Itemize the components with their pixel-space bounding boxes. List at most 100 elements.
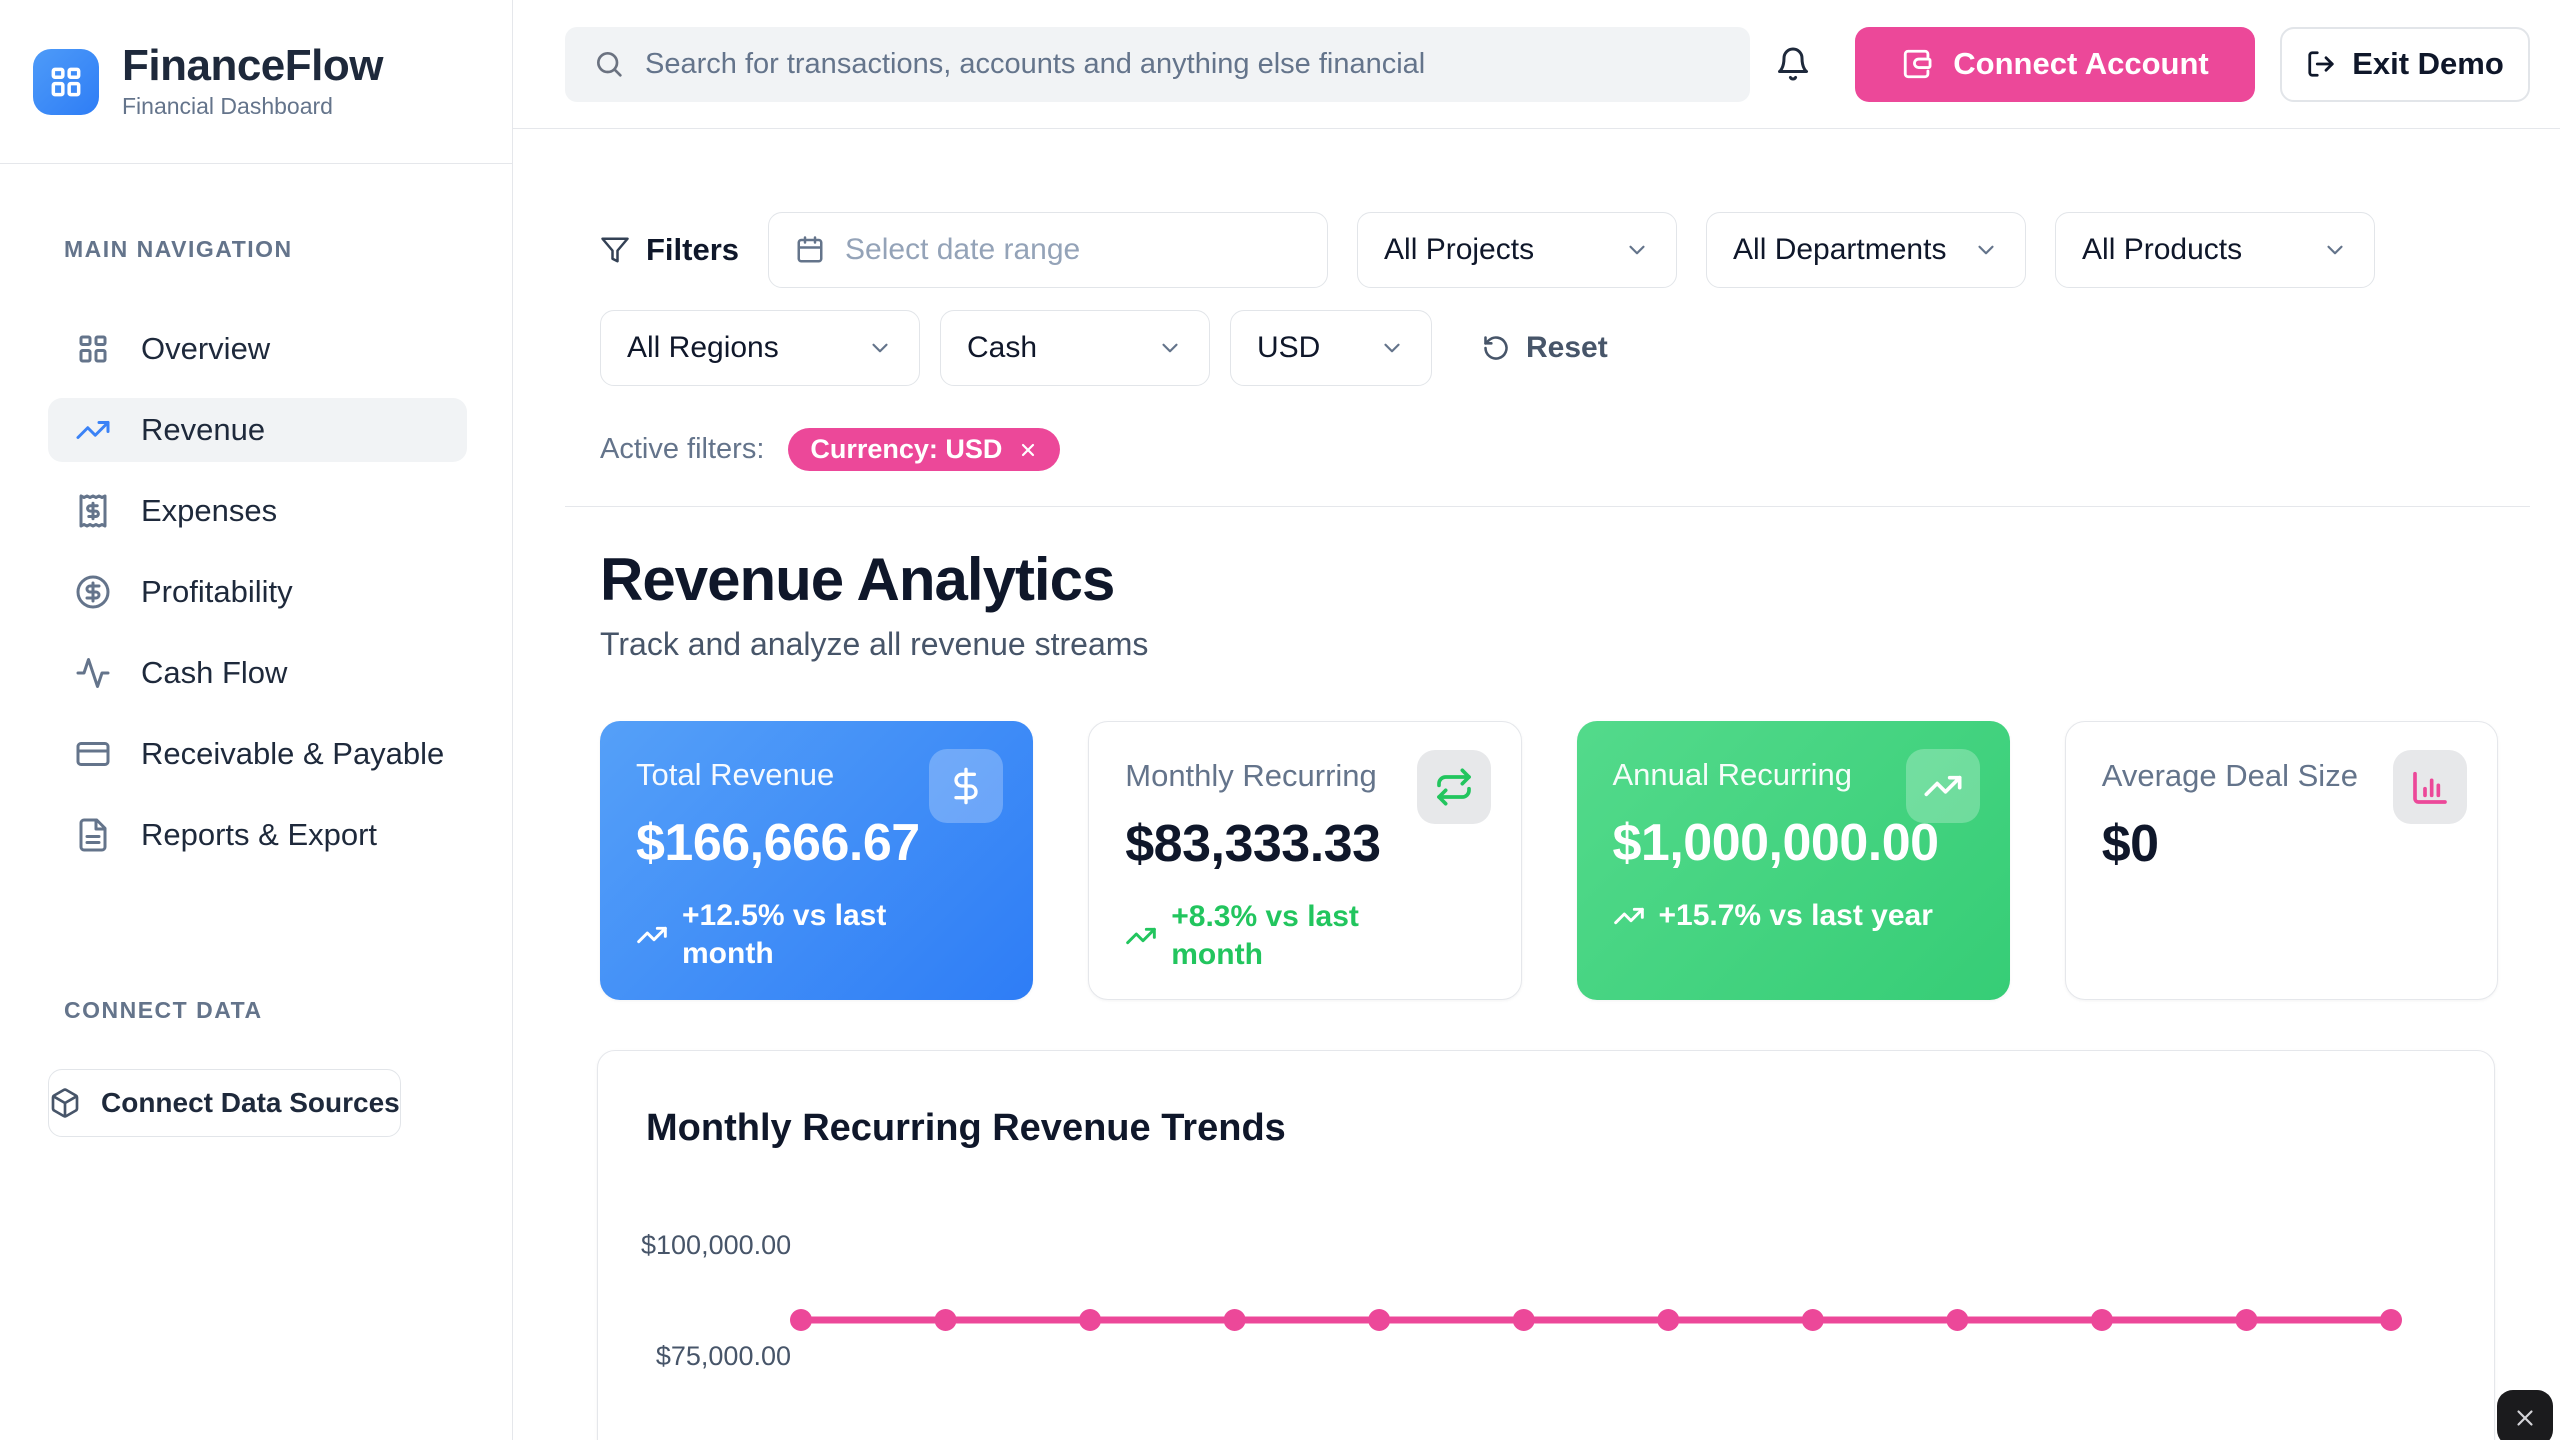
close-icon [2512, 1405, 2538, 1431]
wallet-icon [1901, 47, 1935, 81]
sidebar-item-label: Expenses [141, 493, 277, 529]
active-filters-row: Active filters: Currency: USD [600, 428, 2560, 471]
currency-dropdown[interactable]: USD [1230, 310, 1432, 386]
filters-label: Filters [646, 232, 739, 268]
regions-dropdown-value: All Regions [627, 331, 779, 365]
departments-dropdown[interactable]: All Departments [1706, 212, 2026, 288]
app-logo: FinanceFlow Financial Dashboard [0, 0, 512, 164]
sidebar-item-label: Receivable & Payable [141, 736, 444, 772]
app-name: FinanceFlow [122, 43, 383, 89]
sidebar-item-expenses[interactable]: Expenses [48, 479, 467, 543]
sidebar-item-receivable-payable[interactable]: Receivable & Payable [48, 722, 467, 786]
connect-data-sources-label: Connect Data Sources [101, 1087, 400, 1119]
chevron-down-icon [1379, 335, 1405, 361]
connect-data-sources-button[interactable]: Connect Data Sources [48, 1069, 401, 1137]
projects-dropdown[interactable]: All Projects [1357, 212, 1677, 288]
chevron-down-icon [2322, 237, 2348, 263]
circle-dollar-icon [75, 574, 111, 610]
sidebar-item-label: Revenue [141, 412, 265, 448]
sidebar-item-label: Profitability [141, 574, 293, 610]
products-dropdown[interactable]: All Products [2055, 212, 2375, 288]
sidebar-item-overview[interactable]: Overview [48, 317, 467, 381]
metric-change: +8.3% vs last month [1125, 898, 1425, 973]
app-tagline: Financial Dashboard [122, 93, 383, 120]
chart-point[interactable] [1368, 1309, 1390, 1331]
main-navigation: Overview Revenue Expenses Profitability … [0, 317, 512, 867]
page-subtitle: Track and analyze all revenue streams [600, 626, 2560, 663]
trending-up-icon [1125, 920, 1157, 952]
accounting-basis-dropdown[interactable]: Cash [940, 310, 1210, 386]
filters-title: Filters [600, 232, 739, 268]
chevron-down-icon [1624, 237, 1650, 263]
metric-change: +15.7% vs last year [1613, 897, 1974, 935]
active-filters-label: Active filters: [600, 433, 764, 466]
chart-point[interactable] [1946, 1309, 1968, 1331]
date-range-field[interactable] [845, 233, 1301, 267]
chart-point[interactable] [1657, 1309, 1679, 1331]
chevron-down-icon [1157, 335, 1183, 361]
section-divider [565, 506, 2530, 507]
metric-card-average-deal-size: Average Deal Size $0 [2065, 721, 2498, 1000]
regions-dropdown[interactable]: All Regions [600, 310, 920, 386]
metric-change-text: +12.5% vs last month [682, 897, 936, 972]
metric-change-text: +15.7% vs last year [1659, 897, 1933, 935]
departments-dropdown-value: All Departments [1733, 233, 1946, 267]
search-icon [593, 48, 625, 80]
cube-icon [49, 1087, 81, 1119]
metric-cards: Total Revenue $166,666.67 +12.5% vs last… [600, 721, 2498, 1000]
filters-bar: Filters All Projects All Departments All… [513, 129, 2560, 471]
file-text-icon [75, 817, 111, 853]
chart-point[interactable] [1224, 1309, 1246, 1331]
search-input[interactable] [645, 48, 1722, 81]
connect-account-label: Connect Account [1953, 46, 2208, 82]
metric-card-annual-recurring: Annual Recurring $1,000,000.00 +15.7% vs… [1577, 721, 2010, 1000]
chart-point[interactable] [2380, 1309, 2402, 1331]
active-filter-chip-currency[interactable]: Currency: USD [788, 428, 1060, 471]
chart-point[interactable] [1513, 1309, 1535, 1331]
chart-point[interactable] [2091, 1309, 2113, 1331]
calendar-icon [795, 235, 825, 265]
exit-demo-button[interactable]: Exit Demo [2280, 27, 2530, 102]
products-dropdown-value: All Products [2082, 233, 2242, 267]
repeat-icon [1417, 750, 1491, 824]
trending-up-icon [636, 919, 668, 951]
close-icon[interactable] [1018, 440, 1038, 460]
bell-icon [1775, 46, 1811, 82]
sidebar-item-cash-flow[interactable]: Cash Flow [48, 641, 467, 705]
sidebar-item-label: Overview [141, 331, 270, 367]
main-content: Filters All Projects All Departments All… [513, 129, 2560, 1440]
accounting-basis-dropdown-value: Cash [967, 331, 1037, 365]
reset-filters-button[interactable]: Reset [1482, 331, 1608, 365]
sidebar-item-revenue[interactable]: Revenue [48, 398, 467, 462]
sidebar-item-label: Reports & Export [141, 817, 377, 853]
dashboard-grid-icon [75, 331, 111, 367]
notifications-button[interactable] [1773, 44, 1813, 84]
dollar-sign-icon [929, 749, 1003, 823]
chart-point[interactable] [1802, 1309, 1824, 1331]
metric-change: +12.5% vs last month [636, 897, 936, 972]
exit-demo-label: Exit Demo [2352, 46, 2504, 82]
chart-point[interactable] [1079, 1309, 1101, 1331]
log-out-icon [2306, 49, 2336, 79]
sidebar-item-reports-export[interactable]: Reports & Export [48, 803, 467, 867]
projects-dropdown-value: All Projects [1384, 233, 1534, 267]
chart-point[interactable] [2235, 1309, 2257, 1331]
chart-point[interactable] [935, 1309, 957, 1331]
chart-point[interactable] [790, 1309, 812, 1331]
connect-data-label: CONNECT DATA [64, 997, 512, 1024]
activity-icon [75, 655, 111, 691]
sidebar-item-profitability[interactable]: Profitability [48, 560, 467, 624]
metric-card-monthly-recurring: Monthly Recurring $83,333.33 +8.3% vs la… [1088, 721, 1521, 1000]
currency-dropdown-value: USD [1257, 331, 1320, 365]
metric-change-text: +8.3% vs last month [1171, 898, 1425, 973]
trending-up-icon [75, 412, 111, 448]
metric-card-total-revenue: Total Revenue $166,666.67 +12.5% vs last… [600, 721, 1033, 1000]
funnel-icon [600, 235, 630, 265]
credit-card-icon [75, 736, 111, 772]
reset-label: Reset [1526, 331, 1608, 365]
global-search[interactable] [565, 27, 1750, 102]
mrr-trends-card: Monthly Recurring Revenue Trends $100,00… [597, 1050, 2495, 1440]
floating-close-button[interactable] [2497, 1390, 2553, 1440]
connect-account-button[interactable]: Connect Account [1855, 27, 2255, 102]
date-range-input[interactable] [768, 212, 1328, 288]
